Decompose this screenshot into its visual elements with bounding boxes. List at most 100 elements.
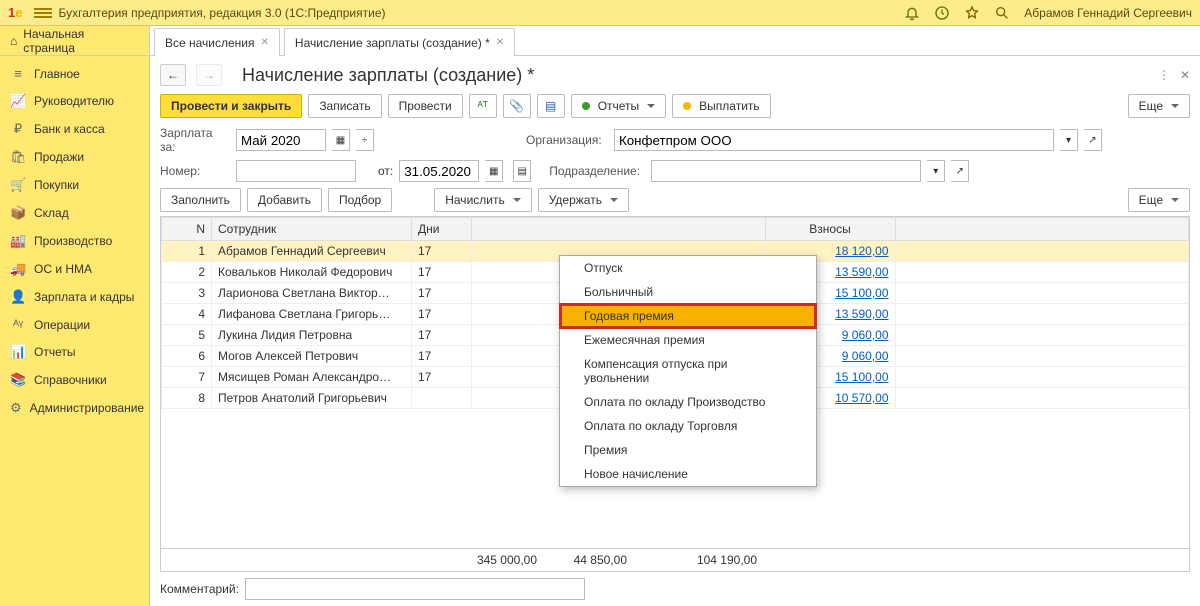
month-input[interactable]	[236, 129, 326, 151]
dropdown-item[interactable]: Годовая премия	[560, 304, 816, 328]
cell-tail	[895, 304, 1189, 325]
close-icon[interactable]: ✕	[496, 37, 504, 48]
dropdown-item[interactable]: Оплата по окладу Производство	[560, 390, 816, 414]
dropdown-item[interactable]: Ежемесячная премия	[560, 328, 816, 352]
dropdown-icon[interactable]: ▾	[927, 160, 945, 182]
col-employee[interactable]: Сотрудник	[212, 218, 412, 241]
print-icon[interactable]: ▤	[513, 160, 531, 182]
add-button[interactable]: Добавить	[247, 188, 322, 212]
cell-days: 17	[412, 367, 472, 388]
sidebar-item[interactable]: ⚙Администрирование	[0, 394, 149, 422]
bell-icon[interactable]	[904, 5, 920, 21]
sidebar-item[interactable]: ₽ Банк и касса	[0, 115, 149, 143]
cell-employee: Ларионова Светлана Виктор…	[212, 283, 412, 304]
main-area: ← → Начисление зарплаты (создание) * ⋮ ✕…	[150, 56, 1200, 606]
cell-days	[412, 388, 472, 409]
sidebar-item[interactable]: 📦Склад	[0, 199, 149, 227]
sidebar-item[interactable]: ᴬᵞОперации	[0, 311, 149, 338]
sidebar-icon: 📈	[10, 93, 26, 109]
col-spacer	[472, 218, 766, 241]
sidebar-item[interactable]: 🛒Покупки	[0, 171, 149, 199]
cell-days: 17	[412, 241, 472, 262]
accrue-button[interactable]: Начислить	[434, 188, 531, 212]
total-a: 345 000,00	[453, 553, 543, 567]
spinner-icon[interactable]: ÷	[356, 129, 374, 151]
sidebar-item[interactable]: ≡Главное	[0, 60, 149, 87]
sidebar-item-label: Зарплата и кадры	[34, 290, 134, 304]
number-input[interactable]	[236, 160, 356, 182]
org-input[interactable]	[614, 129, 1054, 151]
save-button[interactable]: Записать	[308, 94, 381, 118]
pick-button[interactable]: Подбор	[328, 188, 392, 212]
more-button-2[interactable]: Еще	[1128, 188, 1190, 212]
tab-all-accruals[interactable]: Все начисления ✕	[154, 28, 280, 56]
dtkt-icon[interactable]: ᴬᵀ	[469, 94, 497, 118]
tab-payroll-create[interactable]: Начисление зарплаты (создание) * ✕	[284, 28, 515, 56]
form-icon[interactable]: ▤	[537, 94, 565, 118]
open-icon[interactable]: ↗	[951, 160, 969, 182]
sidebar-icon: ₽	[10, 121, 26, 137]
sidebar-item[interactable]: 🛍Продажи	[0, 143, 149, 171]
dropdown-item[interactable]: Оплата по окладу Торговля	[560, 414, 816, 438]
cell-employee: Ковальков Николай Федорович	[212, 262, 412, 283]
dropdown-item[interactable]: Премия	[560, 438, 816, 462]
nav-back-button[interactable]: ←	[160, 64, 186, 86]
label-number: Номер:	[160, 164, 230, 178]
sidebar-item[interactable]: 🏭Производство	[0, 227, 149, 255]
post-button[interactable]: Провести	[388, 94, 463, 118]
col-n[interactable]: N	[162, 218, 212, 241]
close-page-icon[interactable]: ✕	[1180, 68, 1190, 82]
kebab-icon[interactable]: ⋮	[1158, 68, 1170, 82]
pay-button[interactable]: Выплатить	[672, 94, 771, 118]
col-contrib[interactable]: Взносы	[765, 218, 895, 241]
title-bar: 1e Бухгалтерия предприятия, редакция 3.0…	[0, 0, 1200, 26]
user-name[interactable]: Абрамов Геннадий Сергеевич	[1024, 6, 1192, 20]
cell-tail	[895, 262, 1189, 283]
cell-n: 4	[162, 304, 212, 325]
sidebar-item[interactable]: 👤 Зарплата и кадры	[0, 283, 149, 311]
dropdown-item[interactable]: Новое начисление	[560, 462, 816, 486]
cell-employee: Лукина Лидия Петровна	[212, 325, 412, 346]
sidebar-item[interactable]: 📊Отчеты	[0, 338, 149, 366]
sidebar-item-label: Администрирование	[30, 401, 144, 415]
date-input[interactable]	[399, 160, 479, 182]
search-icon[interactable]	[994, 5, 1010, 21]
sidebar-icon: 👤	[10, 289, 26, 305]
sidebar-icon: 📊	[10, 344, 26, 360]
dept-input[interactable]	[651, 160, 921, 182]
dropdown-item[interactable]: Больничный	[560, 280, 816, 304]
fill-button[interactable]: Заполнить	[160, 188, 241, 212]
history-icon[interactable]	[934, 5, 950, 21]
calendar-icon[interactable]: ▦	[332, 129, 350, 151]
nav-forward-button[interactable]: →	[196, 64, 222, 86]
star-icon[interactable]	[964, 5, 980, 21]
sidebar-item-label: Главное	[34, 67, 80, 81]
label-dept: Подразделение:	[549, 164, 645, 178]
sidebar-item-label: ОС и НМА	[34, 262, 92, 276]
attach-icon[interactable]: 📎	[503, 94, 531, 118]
home-tab[interactable]: ⌂ Начальная страница	[0, 26, 150, 55]
comment-input[interactable]	[245, 578, 585, 600]
sidebar-item-label: Банк и касса	[34, 122, 105, 136]
sidebar-item-label: Производство	[34, 234, 112, 248]
home-icon: ⌂	[10, 34, 17, 48]
total-c: 104 190,00	[673, 553, 763, 567]
calendar-icon[interactable]: ▦	[485, 160, 503, 182]
cell-tail	[895, 367, 1189, 388]
close-icon[interactable]: ✕	[261, 37, 269, 48]
sidebar-item[interactable]: 📚Справочники	[0, 366, 149, 394]
open-icon[interactable]: ↗	[1084, 129, 1102, 151]
hold-button[interactable]: Удержать	[538, 188, 629, 212]
more-button[interactable]: Еще	[1128, 94, 1190, 118]
cell-days: 17	[412, 346, 472, 367]
col-days[interactable]: Дни	[412, 218, 472, 241]
dropdown-icon[interactable]: ▾	[1060, 129, 1078, 151]
sidebar: ≡Главное📈Руководителю ₽ Банк и касса 🛍Прода…	[0, 56, 150, 606]
dropdown-item[interactable]: Компенсация отпуска при увольнении	[560, 352, 816, 390]
main-menu-icon[interactable]	[34, 8, 52, 18]
dropdown-item[interactable]: Отпуск	[560, 256, 816, 280]
reports-button[interactable]: Отчеты	[571, 94, 666, 118]
post-and-close-button[interactable]: Провести и закрыть	[160, 94, 302, 118]
sidebar-item[interactable]: 📈Руководителю	[0, 87, 149, 115]
sidebar-item[interactable]: 🚚ОС и НМА	[0, 255, 149, 283]
